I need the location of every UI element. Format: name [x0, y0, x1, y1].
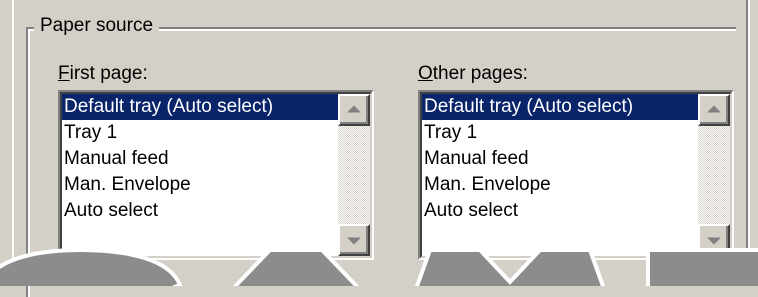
first-page-list-items: Default tray (Auto select) Tray 1 Manual… [62, 94, 338, 224]
arrow-down-icon [707, 237, 721, 245]
first-page-label: First page: [58, 62, 148, 86]
scroll-up-button[interactable] [338, 94, 370, 126]
scroll-up-button[interactable] [698, 94, 730, 126]
other-pages-listbox[interactable]: Default tray (Auto select) Tray 1 Manual… [418, 90, 734, 260]
other-pages-listbox-frame: Default tray (Auto select) Tray 1 Manual… [420, 92, 732, 258]
list-item[interactable]: Tray 1 [422, 120, 698, 146]
list-item[interactable]: Auto select [62, 198, 338, 224]
list-item[interactable]: Tray 1 [62, 120, 338, 146]
first-page-accel-key: F [58, 63, 70, 84]
arrow-down-icon [347, 237, 361, 245]
list-item[interactable]: Man. Envelope [422, 172, 698, 198]
paper-source-legend: Paper source [34, 14, 160, 38]
first-page-listbox-frame: Default tray (Auto select) Tray 1 Manual… [60, 92, 372, 258]
other-pages-accel-key: O [418, 63, 433, 84]
list-item[interactable]: Manual feed [62, 146, 338, 172]
arrow-up-icon [347, 105, 361, 113]
other-pages-list-items: Default tray (Auto select) Tray 1 Manual… [422, 94, 698, 224]
first-page-scrollbar[interactable] [338, 94, 370, 256]
dialog-divider-right [746, 0, 758, 286]
first-page-listbox[interactable]: Default tray (Auto select) Tray 1 Manual… [58, 90, 374, 260]
list-item[interactable]: Auto select [422, 198, 698, 224]
dialog-divider-left [12, 0, 14, 286]
first-page-label-text: irst page: [69, 63, 148, 84]
list-item[interactable]: Default tray (Auto select) [422, 94, 698, 120]
list-item[interactable]: Manual feed [422, 146, 698, 172]
arrow-up-icon [707, 105, 721, 113]
scroll-down-button[interactable] [338, 224, 370, 256]
dialog-edge [0, 0, 12, 286]
other-pages-label: Other pages: [418, 62, 528, 86]
other-pages-scrollbar[interactable] [698, 94, 730, 256]
scroll-down-button[interactable] [698, 224, 730, 256]
other-pages-label-text: ther pages: [432, 63, 528, 84]
list-item[interactable]: Default tray (Auto select) [62, 94, 338, 120]
list-item[interactable]: Man. Envelope [62, 172, 338, 198]
